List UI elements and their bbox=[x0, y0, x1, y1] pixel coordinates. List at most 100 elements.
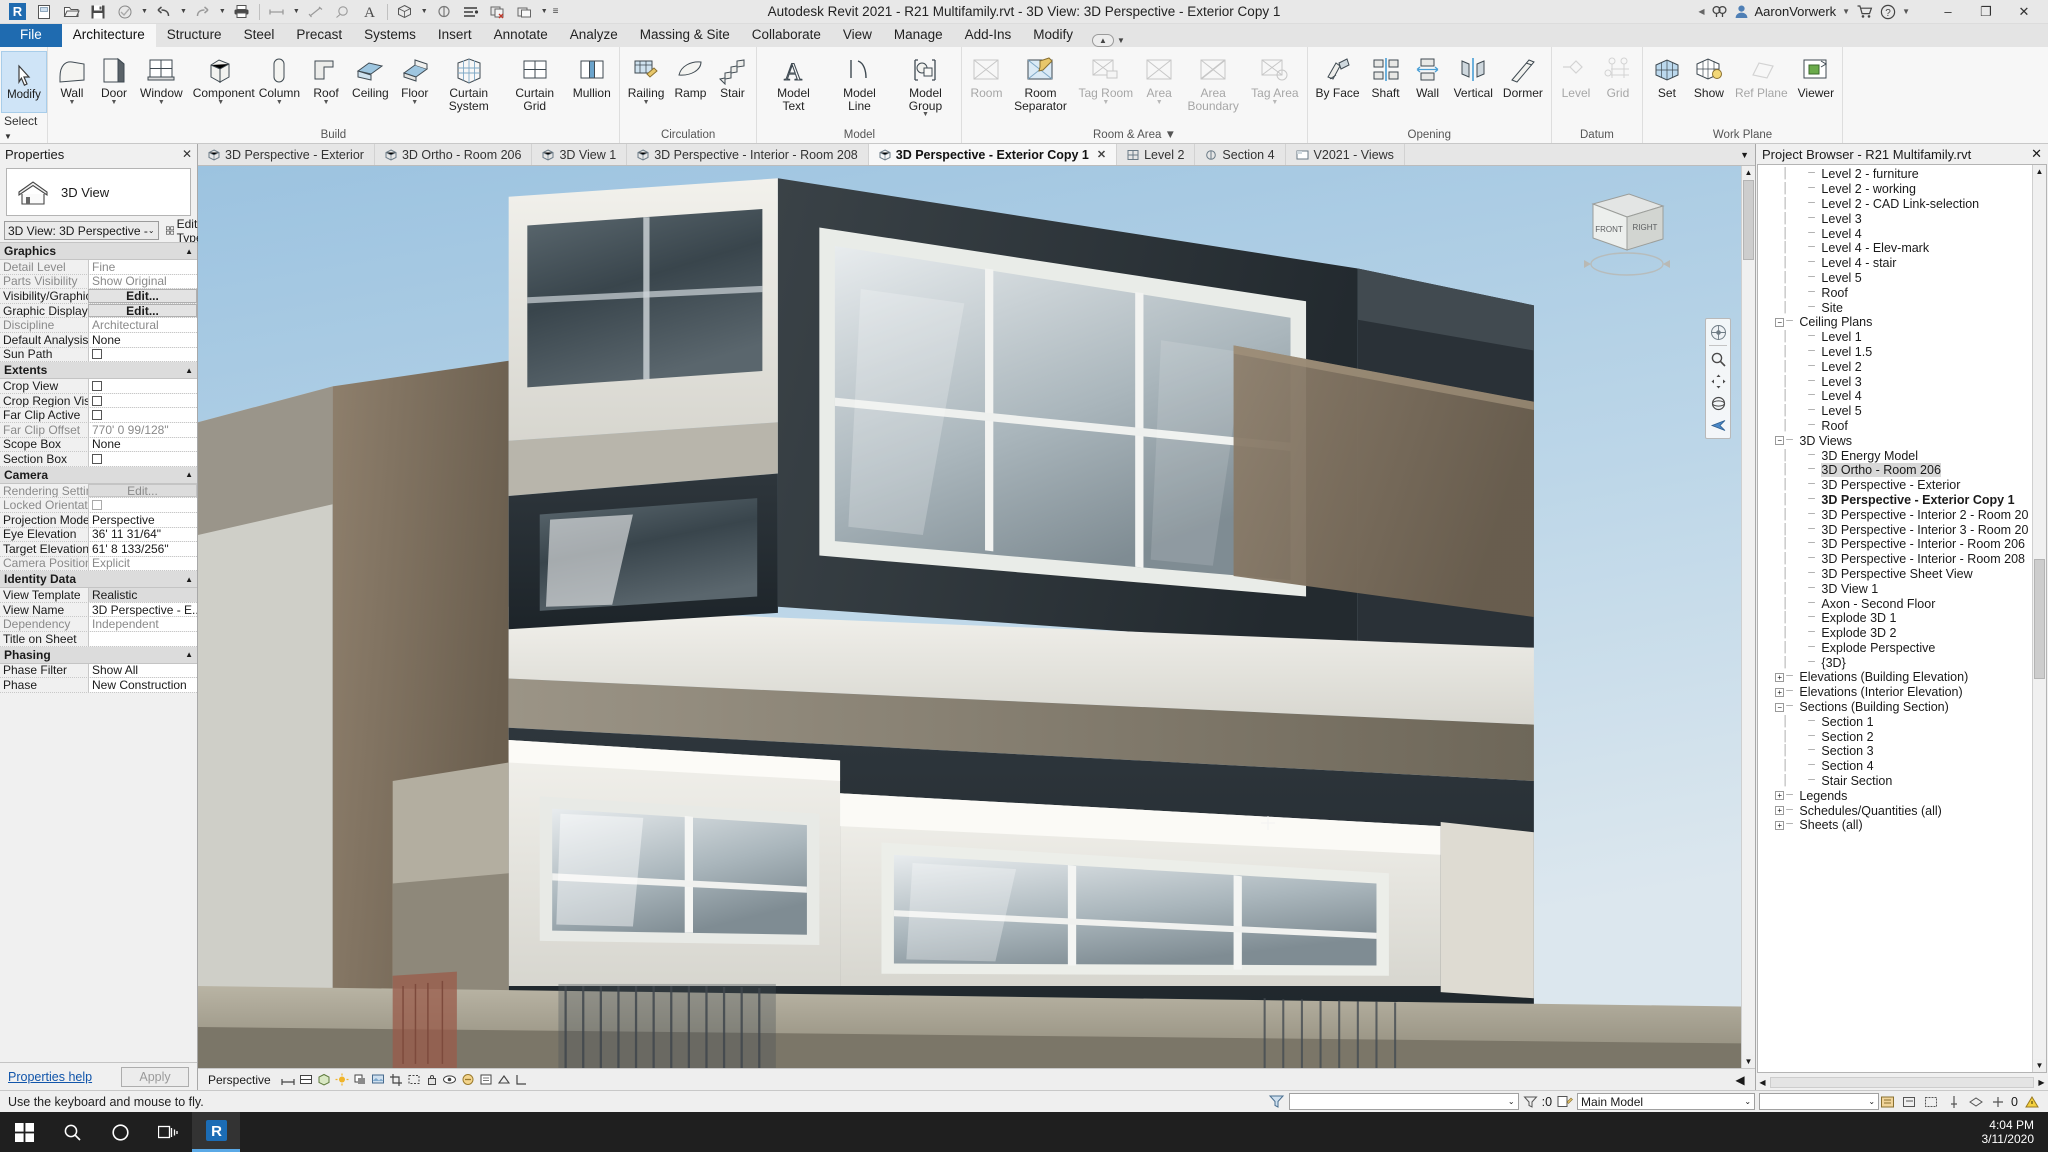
property-value[interactable] bbox=[88, 347, 197, 362]
ribbon-tab-systems[interactable]: Systems bbox=[353, 24, 427, 47]
ribbon-tab-precast[interactable]: Precast bbox=[285, 24, 353, 47]
measure-caret-icon[interactable]: ▼ bbox=[291, 8, 302, 15]
dropdown-caret-icon[interactable]: ▼ bbox=[922, 111, 929, 118]
ribbon-tab-collaborate[interactable]: Collaborate bbox=[741, 24, 832, 47]
tree-node-3d-ortho-room-206[interactable]: │ ─ 3D Ortho - Room 206 bbox=[1762, 463, 2032, 478]
exclude-options-icon[interactable] bbox=[1879, 1093, 1896, 1110]
undo-icon[interactable] bbox=[151, 1, 177, 23]
tree-node-3d-perspective-interior-room-206[interactable]: │ ─ 3D Perspective - Interior - Room 206 bbox=[1762, 537, 2032, 552]
3d-view-canvas[interactable]: FRONT RIGHT bbox=[198, 166, 1741, 1068]
ribbon-button-roof[interactable]: Roof ▼ bbox=[305, 50, 347, 107]
ribbon-button-by-face[interactable]: By Face bbox=[1311, 50, 1365, 101]
collapse-caret-icon[interactable]: ▲ bbox=[185, 470, 193, 479]
property-checkbox[interactable] bbox=[92, 380, 102, 391]
close-hidden-windows-icon[interactable] bbox=[485, 1, 511, 23]
property-group-identity-data[interactable]: Identity Data ▲ bbox=[0, 571, 197, 589]
project-browser-scrollbar[interactable]: ▲ ▼ bbox=[2032, 165, 2046, 1072]
property-value[interactable]: Edit... bbox=[88, 303, 197, 318]
tree-node-3d-perspective-interior-2-room-20[interactable]: │ ─ 3D Perspective - Interior 2 - Room 2… bbox=[1762, 507, 2032, 522]
reveal-hidden-icon[interactable] bbox=[459, 1071, 477, 1089]
property-group-extents[interactable]: Extents ▲ bbox=[0, 362, 197, 380]
tree-node-level-5[interactable]: │ ─ Level 5 bbox=[1762, 404, 2032, 419]
canvas-scroll-left-icon[interactable]: ◀ bbox=[1731, 1071, 1749, 1089]
tree-node-level-2-cad-link-selection[interactable]: │ ─ Level 2 - CAD Link-selection bbox=[1762, 197, 2032, 212]
ribbon-button-floor[interactable]: Floor ▼ bbox=[394, 50, 436, 107]
property-value[interactable] bbox=[88, 632, 197, 646]
dropdown-caret-icon[interactable]: ▼ bbox=[411, 99, 418, 106]
ribbon-tab-file[interactable]: File bbox=[0, 24, 62, 47]
ribbon-button-column[interactable]: Column ▼ bbox=[254, 50, 305, 107]
properties-close-icon[interactable]: ✕ bbox=[182, 147, 192, 161]
collapse-caret-icon[interactable]: ▲ bbox=[185, 247, 193, 256]
pb-scroll-thumb[interactable] bbox=[2034, 558, 2045, 679]
ribbon-button-dormer[interactable]: Dormer bbox=[1498, 50, 1548, 101]
view-tab-section-4[interactable]: Section 4 bbox=[1195, 144, 1286, 165]
filter-count-icon[interactable] bbox=[1522, 1095, 1538, 1109]
ribbon-button-component[interactable]: Component ▼ bbox=[188, 50, 255, 107]
ribbon-tab-massing-site[interactable]: Massing & Site bbox=[629, 24, 741, 47]
ribbon-button-room-separator[interactable]: Room Separator bbox=[1007, 50, 1073, 113]
start-button[interactable] bbox=[0, 1112, 48, 1152]
temporary-view-properties-icon[interactable] bbox=[477, 1071, 495, 1089]
design-option-combo[interactable]: ⌄ bbox=[1759, 1093, 1880, 1110]
collapse-node-icon[interactable]: − bbox=[1775, 317, 1785, 327]
ribbon-button-model-group[interactable]: Model Group ▼ bbox=[892, 50, 958, 119]
select-links-icon[interactable] bbox=[1901, 1093, 1918, 1110]
ribbon-button-model-text[interactable]: A Model Text bbox=[760, 50, 826, 113]
ribbon-button-curtain-system[interactable]: Curtain System bbox=[436, 50, 502, 113]
expand-node-icon[interactable]: + bbox=[1775, 820, 1785, 830]
ribbon-button-ramp[interactable]: Ramp bbox=[669, 50, 711, 101]
property-value[interactable] bbox=[88, 498, 197, 512]
thin-lines-icon[interactable] bbox=[458, 1, 484, 23]
workset-filter-combo[interactable]: ⌄ bbox=[1288, 1093, 1519, 1110]
ribbon-tab-insert[interactable]: Insert bbox=[427, 24, 483, 47]
expand-node-icon[interactable]: + bbox=[1775, 687, 1785, 697]
revit-taskbar-button[interactable]: R bbox=[192, 1112, 240, 1152]
user-caret-icon[interactable]: ▼ bbox=[1842, 7, 1850, 16]
property-value[interactable]: Edit... bbox=[88, 289, 197, 303]
dropdown-caret-icon[interactable]: ▼ bbox=[1102, 99, 1109, 106]
property-value[interactable]: 36' 11 31/64" bbox=[88, 527, 197, 542]
tree-node-level-2[interactable]: │ ─ Level 2 bbox=[1762, 359, 2032, 374]
property-value[interactable] bbox=[88, 393, 197, 408]
tree-node-sheets-all-[interactable]: + ─ Sheets (all) bbox=[1762, 818, 2032, 833]
tree-node-level-4-stair[interactable]: │ ─ Level 4 - stair bbox=[1762, 256, 2032, 271]
property-checkbox[interactable] bbox=[92, 395, 102, 406]
tree-node-explode-perspective[interactable]: │ ─ Explode Perspective bbox=[1762, 641, 2032, 656]
customize-qat-icon[interactable]: ≡ bbox=[551, 6, 561, 17]
dropdown-caret-icon[interactable]: ▼ bbox=[217, 99, 224, 106]
switch-windows-icon[interactable] bbox=[512, 1, 538, 23]
redo-icon[interactable] bbox=[190, 1, 216, 23]
project-tree[interactable]: │ ─ Level 2 - furniture │ ─ Level 2 - wo… bbox=[1758, 165, 2032, 1072]
tree-node-explode-3d-1[interactable]: │ ─ Explode 3D 1 bbox=[1762, 611, 2032, 626]
ribbon-tab-architecture[interactable]: Architecture bbox=[61, 24, 156, 47]
pb-scroll-right-button[interactable]: ▶ bbox=[2035, 1075, 2048, 1089]
ribbon-collapse-icon[interactable]: ▲ bbox=[1091, 34, 1114, 47]
property-value[interactable] bbox=[88, 452, 197, 466]
open-file-icon[interactable] bbox=[58, 1, 84, 23]
ribbon-tab-view[interactable]: View bbox=[832, 24, 883, 47]
ribbon-button-ceiling[interactable]: Ceiling bbox=[347, 50, 394, 101]
crop-view-icon[interactable] bbox=[387, 1071, 405, 1089]
tree-node-level-4[interactable]: │ ─ Level 4 bbox=[1762, 226, 2032, 241]
render-icon[interactable] bbox=[369, 1071, 387, 1089]
text-icon[interactable]: A bbox=[357, 1, 383, 23]
view-caret-icon[interactable]: ▼ bbox=[419, 8, 430, 15]
pb-scroll-left-button[interactable]: ◀ bbox=[1756, 1075, 1769, 1089]
property-value[interactable]: Show All bbox=[88, 663, 197, 678]
tree-node-3d-perspective-exterior-copy-1[interactable]: │ ─ 3D Perspective - Exterior Copy 1 bbox=[1762, 493, 2032, 508]
tree-node-sections-building-section-[interactable]: − ─ Sections (Building Section) bbox=[1762, 700, 2032, 715]
tree-node-schedules-quantities-all-[interactable]: + ─ Schedules/Quantities (all) bbox=[1762, 803, 2032, 818]
expand-node-icon[interactable]: + bbox=[1775, 806, 1785, 816]
view-tab-close-icon[interactable]: ✕ bbox=[1097, 148, 1106, 161]
tag-icon[interactable] bbox=[330, 1, 356, 23]
ribbon-button-mullion[interactable]: Mullion bbox=[568, 50, 616, 101]
ribbon-button-viewer[interactable]: Viewer bbox=[1793, 50, 1839, 101]
view-tab-3d-view-1[interactable]: 3D View 1 bbox=[532, 144, 628, 165]
tree-node--3d-[interactable]: │ ─ {3D} bbox=[1762, 655, 2032, 670]
projection-mode-label[interactable]: Perspective bbox=[198, 1073, 279, 1087]
tree-node-level-2-working[interactable]: │ ─ Level 2 - working bbox=[1762, 182, 2032, 197]
tree-node-explode-3d-2[interactable]: │ ─ Explode 3D 2 bbox=[1762, 626, 2032, 641]
ribbon-button-set[interactable]: Set bbox=[1646, 50, 1688, 101]
model-filter-icon[interactable] bbox=[1268, 1094, 1285, 1109]
